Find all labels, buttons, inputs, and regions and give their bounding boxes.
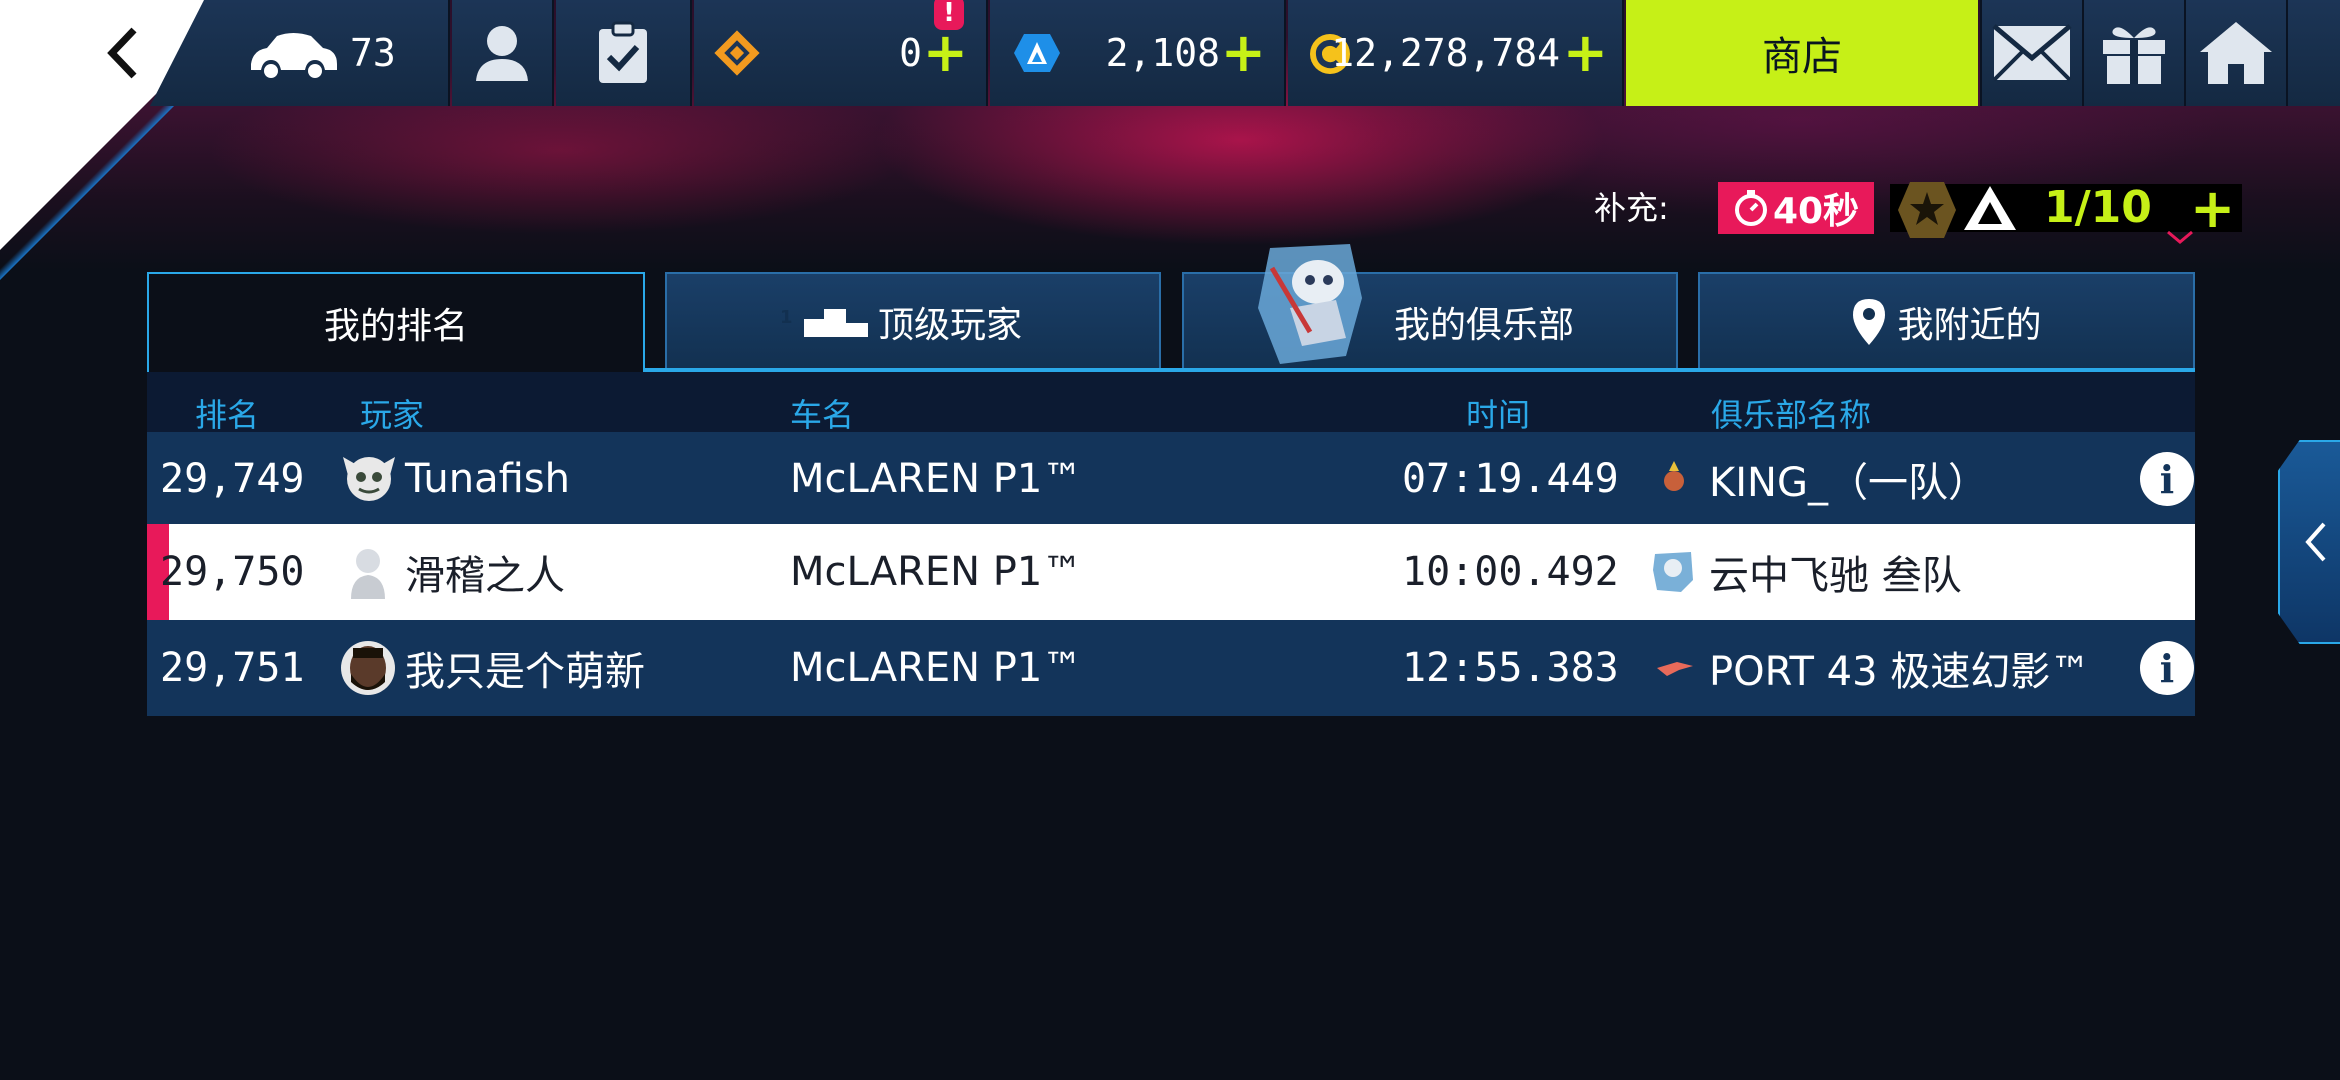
club-emblem-small	[1657, 620, 1693, 716]
home-button[interactable]	[2184, 0, 2286, 106]
row-club[interactable]: 云中飞驰 叁队	[1709, 524, 1962, 620]
tab-top-players[interactable]: 1 顶级玩家	[665, 272, 1161, 372]
side-panel-toggle[interactable]	[2278, 440, 2340, 644]
tab-my-club[interactable]: 我的俱乐部	[1182, 244, 1678, 372]
location-pin-icon	[1853, 299, 1886, 345]
token-counter[interactable]: 0 + !	[694, 0, 988, 106]
stopwatch-icon	[1734, 190, 1767, 226]
mail-button[interactable]	[1980, 0, 2082, 106]
asphalt-logo-icon	[1964, 186, 2016, 230]
tab-label: 顶级玩家	[877, 305, 1022, 346]
refill-add-button[interactable]: +	[2190, 182, 2235, 236]
header-car: 车名	[790, 396, 855, 434]
chevron-down-icon	[2167, 230, 2193, 244]
credits-add-button[interactable]: +	[1563, 26, 1608, 80]
row-rank: 29,751	[160, 645, 305, 691]
events-button[interactable]	[556, 0, 692, 106]
chevron-left-icon	[2305, 522, 2326, 562]
club-emblem-small	[1651, 524, 1695, 620]
diamond-token-icon	[714, 30, 760, 76]
tab-label: 我附近的	[1897, 305, 2042, 346]
row-player[interactable]: 滑稽之人	[405, 524, 565, 620]
row-car: McLAREN P1™	[790, 549, 1083, 595]
player-avatar	[339, 620, 397, 716]
tab-my-rank[interactable]: 我的排名	[147, 272, 645, 372]
token-value: 0	[899, 31, 922, 75]
info-button[interactable]: i	[2140, 641, 2194, 695]
credits-value: 12,278,784	[1331, 31, 1560, 75]
club-icon	[1664, 461, 1684, 491]
club-emblem-small	[1657, 432, 1691, 526]
row-time: 07:19.449	[1402, 456, 1619, 502]
mail-icon	[1992, 24, 2072, 82]
header-player: 玩家	[360, 396, 425, 434]
alert-badge: !	[934, 0, 964, 30]
row-rank: 29,750	[160, 549, 305, 595]
club-icon	[1653, 552, 1693, 592]
info-icon: i	[2159, 456, 2175, 502]
refill-timer-text: 40秒	[1772, 191, 1860, 232]
header-time: 时间	[1466, 396, 1531, 434]
club-emblem	[1250, 238, 1370, 368]
gift-icon	[2103, 27, 2165, 84]
table-row-current-player[interactable]: 29,750 滑稽之人 McLAREN P1™ 10:00.492 云中飞驰 叁…	[147, 524, 2195, 620]
shop-button[interactable]: 商店	[1626, 0, 1978, 106]
blueprint-counter[interactable]: 2,108 +	[990, 0, 1286, 106]
info-icon: i	[2159, 645, 2175, 691]
shop-label: 商店	[1762, 34, 1842, 80]
player-avatar	[345, 524, 391, 620]
back-chevron-icon	[107, 27, 137, 79]
avatar-icon	[343, 457, 395, 501]
tab-nearby[interactable]: 我附近的	[1698, 272, 2195, 372]
token-add-button[interactable]: +	[923, 26, 968, 80]
asphalt-token-icon	[1014, 34, 1060, 72]
row-player[interactable]: Tunafish	[405, 432, 570, 526]
podium-number: 1	[780, 307, 793, 328]
table-row[interactable]: 29,751 我只是个萌新 McLAREN P1™ 12:55.383 PORT…	[147, 620, 2195, 716]
clipboard-check-icon	[599, 21, 647, 83]
car-icon	[251, 33, 337, 78]
row-time: 10:00.492	[1402, 549, 1619, 595]
refill-timer: 40秒	[1718, 182, 1874, 234]
info-button[interactable]: i	[2140, 452, 2194, 506]
blueprint-add-button[interactable]: +	[1221, 26, 1266, 80]
refill-counter-text: 1/10	[2044, 182, 2152, 233]
tab-label: 我的俱乐部	[1394, 305, 1575, 346]
row-player[interactable]: 我只是个萌新	[405, 620, 645, 716]
gift-button[interactable]	[2082, 0, 2184, 106]
back-button[interactable]	[90, 18, 160, 88]
row-car: McLAREN P1™	[790, 456, 1083, 502]
home-icon	[2200, 22, 2272, 84]
club-icon	[1657, 662, 1693, 676]
blueprint-value: 2,108	[1105, 31, 1220, 75]
credits-counter[interactable]: 12,278,784 +	[1288, 0, 1624, 106]
topbar-edge	[2286, 0, 2340, 106]
club-emblem-icon	[1258, 244, 1362, 364]
refill-label: 补充:	[1594, 189, 1669, 227]
star-badge-icon	[1898, 182, 1956, 238]
row-club[interactable]: KING_（一队）	[1709, 432, 1988, 526]
profile-button[interactable]	[452, 0, 554, 106]
row-rank: 29,749	[160, 456, 305, 502]
avatar-icon	[341, 641, 395, 695]
table-row[interactable]: 29,749 Tunafish McLAREN P1™ 07:19.449 KI…	[147, 432, 2195, 526]
row-car: McLAREN P1™	[790, 645, 1083, 691]
podium-icon	[803, 309, 868, 337]
header-rank: 排名	[195, 396, 260, 434]
car-count: 73	[350, 31, 396, 75]
profile-icon	[476, 26, 528, 81]
row-club[interactable]: PORT 43 极速幻影™	[1709, 620, 2090, 716]
header-club: 俱乐部名称	[1711, 396, 1872, 434]
avatar-icon	[351, 549, 385, 599]
row-time: 12:55.383	[1402, 645, 1619, 691]
refill-counter-box[interactable]: 1/10 +	[1890, 182, 2242, 244]
player-avatar	[339, 432, 399, 526]
tab-label: 我的排名	[323, 306, 468, 347]
